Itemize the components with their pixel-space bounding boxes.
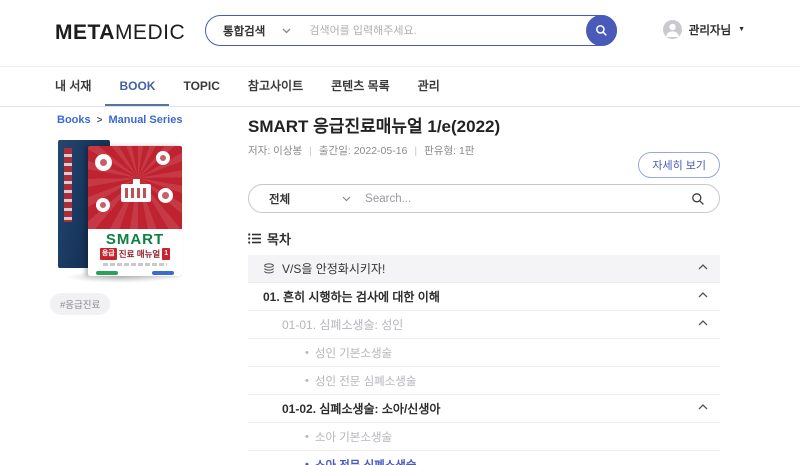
toc-header-label: 목차 (267, 232, 291, 247)
publisher-logo-right (152, 271, 174, 275)
breadcrumb-books-link[interactable]: Books (57, 114, 91, 126)
book-meta-edition: 판유형: 1판 (407, 143, 474, 158)
book-sidebar: Books > Manual Series SMART 응급 진료 매뉴얼 1 … (30, 107, 248, 465)
list-icon (248, 233, 261, 244)
search-category-dropdown[interactable]: 통합검색 (206, 23, 301, 39)
toc-row-label: 01. 흔히 시행하는 검사에 대한 이해 (263, 290, 440, 304)
bullet-marker: • (305, 459, 309, 465)
toc-row-label: V/S을 안정화시키자! (282, 262, 386, 276)
chevron-up-icon[interactable] (698, 292, 708, 298)
global-search-button[interactable] (586, 14, 617, 46)
chevron-up-icon[interactable] (698, 404, 708, 410)
tab-admin[interactable]: 관리 (404, 67, 454, 106)
user-name: 관리자님 (688, 24, 732, 37)
user-menu[interactable]: 관리자님 ▼ (662, 20, 745, 39)
book-cover[interactable]: SMART 응급 진료 매뉴얼 1 (58, 138, 182, 283)
cover-badge (156, 151, 170, 165)
chevron-up-icon[interactable] (698, 264, 708, 270)
brand-logo[interactable]: METAMEDIC (55, 21, 185, 45)
bullet-marker: • (305, 374, 309, 387)
book-cover-front-volume: SMART 응급 진료 매뉴얼 1 (88, 146, 182, 276)
filter-category-dropdown[interactable]: 전체 (249, 191, 365, 207)
page-title: SMART 응급진료매뉴얼 1/e(2022) (248, 117, 501, 136)
publisher-logo-left (96, 271, 118, 275)
toc-search-input[interactable] (365, 192, 691, 205)
toc-header: 목차 (248, 229, 720, 248)
toc-list: V/S을 안정화시키자! 01. 흔히 시행하는 검사에 대한 이해 01-01… (248, 255, 720, 465)
person-icon (665, 23, 679, 37)
brand-bold: META (55, 21, 115, 44)
toc-row-label: 01-02. 심폐소생술: 소아/신생아 (282, 402, 441, 416)
toc-row-label: 소아 기본소생술 (314, 431, 393, 444)
cover-volume-chip: 1 (162, 248, 171, 260)
cover-hospital-illustration (121, 179, 151, 202)
toc-subchapter-row[interactable]: 01-01. 심폐소생술: 성인 (248, 311, 720, 339)
breadcrumb-separator: > (96, 114, 103, 126)
brand-light: MEDIC (114, 21, 186, 44)
toc-row-label: 성인 기본소생술 (314, 347, 393, 360)
tag-chip-emergency[interactable]: #응급진료 (50, 293, 111, 315)
cover-korean-title: 응급 진료 매뉴얼 1 (99, 248, 171, 260)
detail-view-button[interactable]: 자세히 보기 (638, 152, 720, 178)
layers-icon (264, 262, 274, 273)
tab-reference-sites[interactable]: 참고사이트 (234, 67, 317, 106)
filter-category-label: 전체 (269, 193, 291, 206)
global-search-input[interactable] (301, 24, 616, 37)
search-icon[interactable] (691, 192, 705, 206)
tab-content-list[interactable]: 콘텐츠 목록 (317, 67, 404, 106)
cover-badge (95, 154, 112, 171)
tab-topic[interactable]: TOPIC (169, 67, 233, 106)
toc-leaf-row[interactable]: • 성인 전문 심폐소생술 (248, 367, 720, 395)
main-area: Books > Manual Series SMART 응급 진료 매뉴얼 1 … (0, 107, 800, 465)
caret-down-icon: ▼ (738, 26, 745, 33)
bullet-marker: • (305, 346, 309, 359)
cover-badge (158, 188, 173, 203)
toc-chapter-row[interactable]: 01. 흔히 시행하는 검사에 대한 이해 (248, 283, 720, 311)
toc-row-label: 01-01. 심폐소생술: 성인 (282, 318, 404, 332)
search-category-label: 통합검색 (223, 25, 266, 38)
cover-brand-title: SMART (105, 231, 165, 248)
toc-leaf-row[interactable]: • 소아 기본소생술 (248, 423, 720, 451)
breadcrumb-series-link[interactable]: Manual Series (108, 114, 182, 126)
search-icon (596, 24, 607, 36)
book-meta-author: 저자: 이상봉 (248, 145, 303, 157)
toc-subchapter-row[interactable]: 01-02. 심폐소생술: 소아/신생아 (248, 395, 720, 423)
cover-publisher-logos (96, 271, 174, 275)
avatar (662, 20, 682, 39)
cover-title-chip: 응급 (99, 248, 117, 260)
toc-section-row[interactable]: V/S을 안정화시키자! (248, 255, 720, 283)
chevron-down-icon (282, 28, 291, 33)
book-meta-pubdate: 출간일: 2022-05-16 (302, 143, 408, 158)
toc-leaf-row-active[interactable]: • 소아 전문 심폐소생술 (248, 451, 720, 465)
global-search-bar: 통합검색 (205, 14, 617, 46)
cover-title-rest: 진료 매뉴얼 (118, 249, 161, 259)
chevron-down-icon (342, 196, 351, 201)
toc-row-label: 소아 전문 심폐소생술 (315, 457, 417, 465)
book-detail-content: SMART 응급진료매뉴얼 1/e(2022) 저자: 이상봉 출간일: 202… (248, 107, 720, 465)
cover-title-band: SMART 응급 진료 매뉴얼 1 (88, 229, 182, 276)
toc-filter-bar: 전체 (248, 184, 720, 213)
bullet-marker: • (305, 430, 309, 443)
chevron-up-icon[interactable] (698, 320, 708, 326)
tab-my-library[interactable]: 내 서재 (41, 67, 105, 106)
app-header: METAMEDIC 통합검색 관리자님 ▼ (0, 0, 800, 66)
cover-badge (96, 198, 110, 212)
toc-leaf-row[interactable]: • 성인 기본소생술 (248, 339, 720, 367)
tab-book[interactable]: BOOK (105, 67, 170, 106)
cover-subtitle-line (103, 263, 167, 266)
breadcrumb: Books > Manual Series (57, 114, 248, 126)
toc-row-label: 성인 전문 심폐소생술 (314, 375, 417, 388)
main-nav: 내 서재 BOOK TOPIC 참고사이트 콘텐츠 목록 관리 (0, 66, 800, 107)
